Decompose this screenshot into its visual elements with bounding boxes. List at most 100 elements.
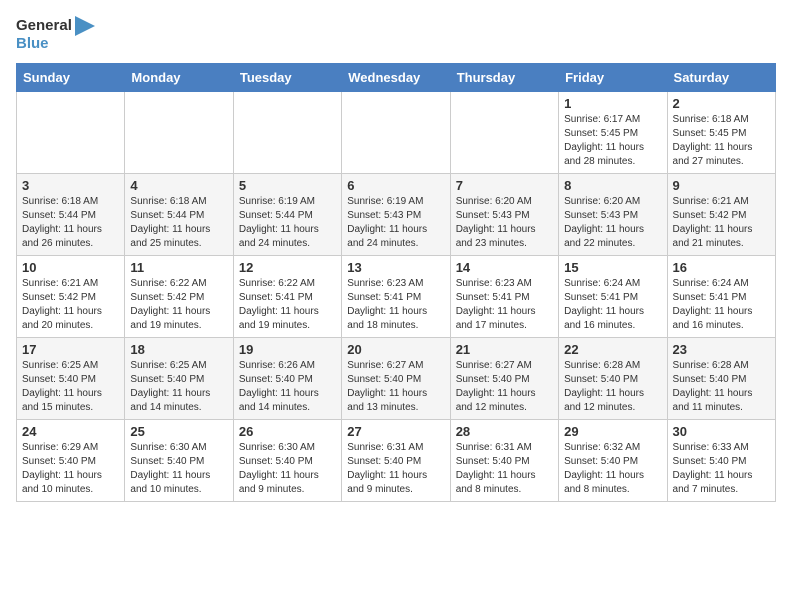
calendar-week-row: 3 Sunrise: 6:18 AM Sunset: 5:44 PM Daylig… <box>17 173 776 255</box>
day-number: 19 <box>239 342 336 357</box>
calendar-cell: 9 Sunrise: 6:21 AM Sunset: 5:42 PM Daylig… <box>667 173 775 255</box>
day-info: Sunrise: 6:20 AM Sunset: 5:43 PM Dayligh… <box>456 195 553 251</box>
calendar-cell: 17 Sunrise: 6:25 AM Sunset: 5:40 PM Dayli… <box>17 337 125 419</box>
calendar-cell: 29 Sunrise: 6:32 AM Sunset: 5:40 PM Dayli… <box>559 419 667 501</box>
calendar-cell: 8Sunrise: 6:20 AM Sunset: 5:43 PM Daylig… <box>559 173 667 255</box>
day-info: Sunrise: 6:26 AM Sunset: 5:40 PM Dayligh… <box>239 359 336 415</box>
day-number: 24 <box>22 424 119 439</box>
day-info: Sunrise: 6:27 AM Sunset: 5:40 PM Dayligh… <box>456 359 553 415</box>
day-number: 8 <box>564 178 661 193</box>
calendar-cell: 5 Sunrise: 6:19 AM Sunset: 5:44 PM Daylig… <box>233 173 341 255</box>
calendar-cell: 1 Sunrise: 6:17 AM Sunset: 5:45 PM Daylig… <box>559 91 667 173</box>
calendar-week-row: 17 Sunrise: 6:25 AM Sunset: 5:40 PM Dayli… <box>17 337 776 419</box>
calendar-cell: 19 Sunrise: 6:26 AM Sunset: 5:40 PM Dayli… <box>233 337 341 419</box>
logo: General Blue <box>16 16 95 53</box>
day-number: 23 <box>673 342 770 357</box>
calendar-cell: 21 Sunrise: 6:27 AM Sunset: 5:40 PM Dayli… <box>450 337 558 419</box>
day-number: 11 <box>130 260 227 275</box>
calendar-cell: 30Sunrise: 6:33 AM Sunset: 5:40 PM Dayli… <box>667 419 775 501</box>
day-info: Sunrise: 6:23 AM Sunset: 5:41 PM Dayligh… <box>456 277 553 333</box>
day-info: Sunrise: 6:22 AM Sunset: 5:42 PM Dayligh… <box>130 277 227 333</box>
calendar-cell: 26 Sunrise: 6:30 AM Sunset: 5:40 PM Dayli… <box>233 419 341 501</box>
calendar-cell <box>342 91 450 173</box>
calendar-cell: 28 Sunrise: 6:31 AM Sunset: 5:40 PM Dayli… <box>450 419 558 501</box>
calendar-cell <box>125 91 233 173</box>
calendar-cell: 6 Sunrise: 6:19 AM Sunset: 5:43 PM Daylig… <box>342 173 450 255</box>
day-number: 29 <box>564 424 661 439</box>
day-info: Sunrise: 6:19 AM Sunset: 5:44 PM Dayligh… <box>239 195 336 251</box>
calendar-cell: 20 Sunrise: 6:27 AM Sunset: 5:40 PM Dayli… <box>342 337 450 419</box>
weekday-header-thursday: Thursday <box>450 63 558 91</box>
weekday-header-friday: Friday <box>559 63 667 91</box>
calendar-cell: 10Sunrise: 6:21 AM Sunset: 5:42 PM Dayli… <box>17 255 125 337</box>
weekday-header-wednesday: Wednesday <box>342 63 450 91</box>
day-info: Sunrise: 6:22 AM Sunset: 5:41 PM Dayligh… <box>239 277 336 333</box>
day-info: Sunrise: 6:28 AM Sunset: 5:40 PM Dayligh… <box>564 359 661 415</box>
calendar-cell: 7 Sunrise: 6:20 AM Sunset: 5:43 PM Daylig… <box>450 173 558 255</box>
day-info: Sunrise: 6:24 AM Sunset: 5:41 PM Dayligh… <box>673 277 770 333</box>
calendar-cell: 23 Sunrise: 6:28 AM Sunset: 5:40 PM Dayli… <box>667 337 775 419</box>
day-info: Sunrise: 6:32 AM Sunset: 5:40 PM Dayligh… <box>564 441 661 497</box>
calendar-cell: 3Sunrise: 6:18 AM Sunset: 5:44 PM Daylig… <box>17 173 125 255</box>
day-number: 7 <box>456 178 553 193</box>
calendar-cell: 2Sunrise: 6:18 AM Sunset: 5:45 PM Daylig… <box>667 91 775 173</box>
day-number: 6 <box>347 178 444 193</box>
calendar-body: 1 Sunrise: 6:17 AM Sunset: 5:45 PM Daylig… <box>17 91 776 501</box>
calendar-cell: 4Sunrise: 6:18 AM Sunset: 5:44 PM Daylig… <box>125 173 233 255</box>
weekday-header-tuesday: Tuesday <box>233 63 341 91</box>
day-info: Sunrise: 6:30 AM Sunset: 5:40 PM Dayligh… <box>130 441 227 497</box>
logo-general-text: General <box>16 18 72 35</box>
day-number: 1 <box>564 96 661 111</box>
logo-blue-text: Blue <box>16 36 95 53</box>
day-number: 22 <box>564 342 661 357</box>
day-number: 28 <box>456 424 553 439</box>
calendar-week-row: 10Sunrise: 6:21 AM Sunset: 5:42 PM Dayli… <box>17 255 776 337</box>
day-number: 10 <box>22 260 119 275</box>
calendar-cell: 24Sunrise: 6:29 AM Sunset: 5:40 PM Dayli… <box>17 419 125 501</box>
weekday-header-saturday: Saturday <box>667 63 775 91</box>
day-info: Sunrise: 6:18 AM Sunset: 5:44 PM Dayligh… <box>130 195 227 251</box>
calendar-cell: 25Sunrise: 6:30 AM Sunset: 5:40 PM Dayli… <box>125 419 233 501</box>
day-info: Sunrise: 6:27 AM Sunset: 5:40 PM Dayligh… <box>347 359 444 415</box>
calendar-table: SundayMondayTuesdayWednesdayThursdayFrid… <box>16 63 776 502</box>
day-info: Sunrise: 6:19 AM Sunset: 5:43 PM Dayligh… <box>347 195 444 251</box>
day-info: Sunrise: 6:30 AM Sunset: 5:40 PM Dayligh… <box>239 441 336 497</box>
day-number: 15 <box>564 260 661 275</box>
day-number: 9 <box>673 178 770 193</box>
day-number: 3 <box>22 178 119 193</box>
day-info: Sunrise: 6:28 AM Sunset: 5:40 PM Dayligh… <box>673 359 770 415</box>
day-number: 18 <box>130 342 227 357</box>
day-number: 21 <box>456 342 553 357</box>
day-info: Sunrise: 6:31 AM Sunset: 5:40 PM Dayligh… <box>456 441 553 497</box>
header: General Blue <box>16 16 776 53</box>
day-info: Sunrise: 6:24 AM Sunset: 5:41 PM Dayligh… <box>564 277 661 333</box>
day-number: 20 <box>347 342 444 357</box>
calendar-cell <box>450 91 558 173</box>
day-number: 14 <box>456 260 553 275</box>
day-info: Sunrise: 6:21 AM Sunset: 5:42 PM Dayligh… <box>673 195 770 251</box>
day-info: Sunrise: 6:25 AM Sunset: 5:40 PM Dayligh… <box>22 359 119 415</box>
weekday-header-monday: Monday <box>125 63 233 91</box>
calendar-cell: 15 Sunrise: 6:24 AM Sunset: 5:41 PM Dayli… <box>559 255 667 337</box>
calendar-cell: 18Sunrise: 6:25 AM Sunset: 5:40 PM Dayli… <box>125 337 233 419</box>
calendar-cell: 16 Sunrise: 6:24 AM Sunset: 5:41 PM Dayli… <box>667 255 775 337</box>
day-number: 26 <box>239 424 336 439</box>
day-number: 17 <box>22 342 119 357</box>
day-number: 16 <box>673 260 770 275</box>
calendar-cell: 27 Sunrise: 6:31 AM Sunset: 5:40 PM Dayli… <box>342 419 450 501</box>
calendar-cell: 13Sunrise: 6:23 AM Sunset: 5:41 PM Dayli… <box>342 255 450 337</box>
calendar-cell: 22 Sunrise: 6:28 AM Sunset: 5:40 PM Dayli… <box>559 337 667 419</box>
day-info: Sunrise: 6:23 AM Sunset: 5:41 PM Dayligh… <box>347 277 444 333</box>
day-info: Sunrise: 6:31 AM Sunset: 5:40 PM Dayligh… <box>347 441 444 497</box>
day-number: 30 <box>673 424 770 439</box>
logo-arrow-icon <box>75 16 95 36</box>
calendar-cell <box>17 91 125 173</box>
weekday-header-row: SundayMondayTuesdayWednesdayThursdayFrid… <box>17 63 776 91</box>
calendar-cell: 14 Sunrise: 6:23 AM Sunset: 5:41 PM Dayli… <box>450 255 558 337</box>
calendar-cell: 11 Sunrise: 6:22 AM Sunset: 5:42 PM Dayli… <box>125 255 233 337</box>
day-number: 12 <box>239 260 336 275</box>
calendar-week-row: 1 Sunrise: 6:17 AM Sunset: 5:45 PM Daylig… <box>17 91 776 173</box>
day-info: Sunrise: 6:17 AM Sunset: 5:45 PM Dayligh… <box>564 113 661 169</box>
day-number: 27 <box>347 424 444 439</box>
day-number: 5 <box>239 178 336 193</box>
